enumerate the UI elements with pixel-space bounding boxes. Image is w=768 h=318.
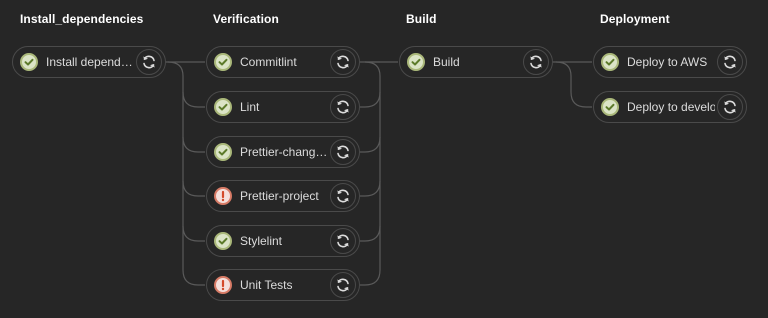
exclamation-icon xyxy=(214,187,232,205)
job-prettier-project[interactable]: Prettier-project xyxy=(206,180,360,212)
job-name: Prettier-project xyxy=(240,189,319,203)
job-stylelint[interactable]: Stylelint xyxy=(206,225,360,257)
retry-icon[interactable] xyxy=(330,49,356,75)
retry-icon[interactable] xyxy=(330,272,356,298)
job-prettier-changed[interactable]: Prettier-change… xyxy=(206,136,360,168)
retry-icon[interactable] xyxy=(136,49,162,75)
check-icon xyxy=(214,143,232,161)
job-name: Deploy to AWS xyxy=(627,55,708,69)
retry-icon[interactable] xyxy=(330,183,356,209)
check-icon xyxy=(601,53,619,71)
job-name: Prettier-change… xyxy=(240,145,328,159)
check-icon xyxy=(601,98,619,116)
check-icon xyxy=(214,232,232,250)
retry-icon[interactable] xyxy=(330,139,356,165)
retry-icon[interactable] xyxy=(330,94,356,120)
stage-title-deployment: Deployment xyxy=(600,12,670,26)
job-build[interactable]: Build xyxy=(399,46,553,78)
stage-title-verification: Verification xyxy=(213,12,279,26)
job-name: Deploy to develop xyxy=(627,100,715,114)
retry-icon[interactable] xyxy=(717,49,743,75)
check-icon xyxy=(20,53,38,71)
job-name: Commitlint xyxy=(240,55,297,69)
pipeline-graph: Install_dependencies Verification Build … xyxy=(0,0,768,318)
retry-icon[interactable] xyxy=(523,49,549,75)
job-name: Build xyxy=(433,55,460,69)
check-icon xyxy=(407,53,425,71)
check-icon xyxy=(214,53,232,71)
retry-icon[interactable] xyxy=(717,94,743,120)
retry-icon[interactable] xyxy=(330,228,356,254)
job-name: Install depende… xyxy=(46,55,134,69)
check-icon xyxy=(214,98,232,116)
job-install-dependencies[interactable]: Install depende… xyxy=(12,46,166,78)
job-deploy-to-develop[interactable]: Deploy to develop xyxy=(593,91,747,123)
stage-title-build: Build xyxy=(406,12,437,26)
job-deploy-to-aws[interactable]: Deploy to AWS xyxy=(593,46,747,78)
job-commitlint[interactable]: Commitlint xyxy=(206,46,360,78)
job-name: Lint xyxy=(240,100,260,114)
job-unit-tests[interactable]: Unit Tests xyxy=(206,269,360,301)
stage-title-install-dependencies: Install_dependencies xyxy=(20,12,144,26)
exclamation-icon xyxy=(214,276,232,294)
job-name: Unit Tests xyxy=(240,278,293,292)
job-name: Stylelint xyxy=(240,234,283,248)
job-lint[interactable]: Lint xyxy=(206,91,360,123)
